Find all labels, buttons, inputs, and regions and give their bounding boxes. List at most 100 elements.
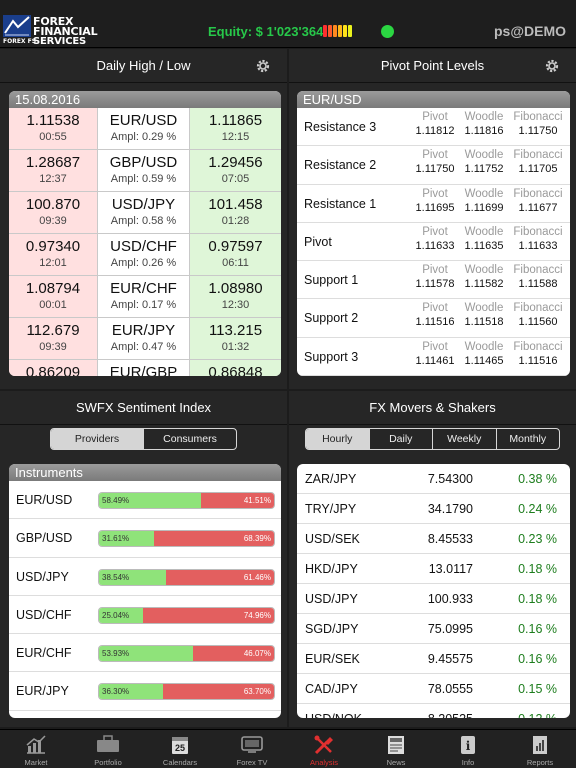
mover-row[interactable]: CAD/JPY 78.0555 0.15 % xyxy=(297,674,570,704)
sentiment-bar: 53.93% 46.07% xyxy=(98,645,275,663)
pivot-row: Support 3 Pivot 1.11461 Woodle 1.11465 Fibona… xyxy=(297,338,570,376)
pivot-method-label: Pivot xyxy=(422,187,448,200)
date-header: 15.08.2016 xyxy=(9,91,281,108)
instruments-header: Instruments xyxy=(9,464,281,481)
sentiment-bar: 58.49% 41.51% xyxy=(98,492,275,509)
tab-reports[interactable]: Reports xyxy=(504,730,576,768)
sentiment-tab-providers[interactable]: Providers xyxy=(51,429,144,449)
gear-icon[interactable] xyxy=(544,58,560,74)
mover-change: 0.15 % xyxy=(518,682,557,696)
pivot-value-cell: Fibonacci 1.11677 xyxy=(513,187,563,215)
high-time: 07:05 xyxy=(221,173,250,185)
high-low-row[interactable]: 1.28687 12:37 GBP/USD Ampl: 0.59 % 1.29456 07… xyxy=(9,150,281,192)
pivot-value-cell: Pivot 1.11578 xyxy=(410,263,460,291)
mover-price: 9.45575 xyxy=(427,652,473,666)
pivot-value-cell: Woodle 1.11699 xyxy=(459,187,509,215)
pivot-value: 1.11633 xyxy=(518,239,558,252)
bottom-tab-bar: Market Portfolio 25 Calendars Forex TV Analys… xyxy=(0,729,576,768)
movers-tab-daily[interactable]: Daily xyxy=(370,429,433,449)
sentiment-tab-consumers[interactable]: Consumers xyxy=(144,429,236,449)
gear-icon[interactable] xyxy=(255,58,271,74)
mover-pair: HKD/JPY xyxy=(305,562,358,576)
sentiment-row[interactable]: GBP/USD 31.61% 68.39% xyxy=(9,519,281,558)
pivot-value-cell: Pivot 1.11695 xyxy=(410,187,460,215)
pair-name: EUR/GBP xyxy=(109,364,178,376)
mover-row[interactable]: HKD/JPY 13.0117 0.18 % xyxy=(297,554,570,584)
mover-change: 0.16 % xyxy=(518,652,557,666)
low-cell: 112.679 09:39 xyxy=(9,318,98,359)
tab-analysis[interactable]: Analysis xyxy=(288,730,360,768)
mover-row[interactable]: TRY/JPY 34.1790 0.24 % xyxy=(297,494,570,524)
mover-row[interactable]: EUR/SEK 9.45575 0.16 % xyxy=(297,644,570,674)
daily-high-low-panel: Daily High / Low 15.08.2016 1.11538 00:55… xyxy=(0,49,287,389)
mover-change: 0.24 % xyxy=(518,502,557,516)
panel-title: Pivot Point Levels xyxy=(289,49,576,83)
movers-tab-weekly[interactable]: Weekly xyxy=(433,429,497,449)
mover-row[interactable]: USD/JPY 100.933 0.18 % xyxy=(297,584,570,614)
account-name[interactable]: ps@DEMO xyxy=(494,23,566,39)
mover-price: 75.0995 xyxy=(427,622,473,636)
pivot-row: Resistance 2 Pivot 1.11750 Woodle 1.11752 Fib… xyxy=(297,146,570,185)
sentiment-row[interactable]: USD/JPY 38.54% 61.46% xyxy=(9,558,281,596)
tab-info[interactable]: i Info xyxy=(432,730,504,768)
movers-panel: FX Movers & Shakers Hourly Daily Weekly Mon… xyxy=(289,391,576,727)
tab-forex-tv[interactable]: Forex TV xyxy=(216,730,288,768)
movers-tab-hourly[interactable]: Hourly xyxy=(306,429,370,449)
pivot-row: Resistance 3 Pivot 1.11812 Woodle 1.11816 Fib… xyxy=(297,108,570,147)
pivot-value-cell: Fibonacci 1.11633 xyxy=(513,225,563,253)
mover-row[interactable]: USD/NOK 8.20525 0.12 % xyxy=(297,704,570,718)
high-value: 113.215 xyxy=(208,322,263,339)
low-value: 0.97340 xyxy=(25,238,81,255)
pivot-pair-header: EUR/USD xyxy=(297,91,570,108)
high-cell: 0.97597 06:11 xyxy=(190,234,281,275)
pivot-value-cell: Fibonacci 1.11516 xyxy=(513,340,563,368)
high-low-row[interactable]: 0.86209 EUR/GBP 0.86848 xyxy=(9,360,281,376)
pivot-method-label: Pivot xyxy=(422,302,448,315)
tab-label: News xyxy=(386,758,406,767)
high-low-row[interactable]: 100.870 09:39 USD/JPY Ampl: 0.58 % 101.458 01… xyxy=(9,192,281,234)
mover-pair: EUR/SEK xyxy=(305,652,360,666)
mover-pair: USD/SEK xyxy=(305,532,360,546)
sentiment-row[interactable]: USD/CHF 25.04% 74.96% xyxy=(9,596,281,635)
mover-price: 34.1790 xyxy=(427,502,473,516)
mover-row[interactable]: ZAR/JPY 7.54300 0.38 % xyxy=(297,464,570,494)
tab-news[interactable]: News xyxy=(360,730,432,768)
low-time: 00:01 xyxy=(39,299,67,311)
high-low-row[interactable]: 1.11538 00:55 EUR/USD Ampl: 0.29 % 1.11865 12… xyxy=(9,108,281,150)
sentiment-row[interactable]: EUR/JPY 36.30% 63.70% xyxy=(9,672,281,711)
high-low-row[interactable]: 1.08794 00:01 EUR/CHF Ampl: 0.17 % 1.08980 12… xyxy=(9,276,281,318)
pivot-value: 1.11699 xyxy=(464,201,504,214)
logo-text-line3: SERVICES xyxy=(33,36,86,47)
tab-calendars[interactable]: 25 Calendars xyxy=(144,730,216,768)
high-value: 1.11865 xyxy=(208,112,263,129)
tab-label: Portfolio xyxy=(94,758,122,767)
pivot-value: 1.11816 xyxy=(464,125,504,137)
mover-row[interactable]: USD/SEK 8.45533 0.23 % xyxy=(297,524,570,554)
sentiment-row[interactable]: EUR/USD 58.49% 41.51% xyxy=(9,481,281,520)
pivot-value-cell: Pivot 1.11461 xyxy=(410,340,460,368)
movers-tab-monthly[interactable]: Monthly xyxy=(497,429,560,449)
mover-pair: CAD/JPY xyxy=(305,682,358,696)
low-value: 0.86209 xyxy=(25,364,81,376)
sentiment-row[interactable]: EUR/CHF 53.93% 46.07% xyxy=(9,634,281,673)
high-cell: 1.29456 07:05 xyxy=(190,150,281,191)
margin-meter xyxy=(323,25,352,37)
high-low-row[interactable]: 0.97340 12:01 USD/CHF Ampl: 0.26 % 0.97597 06… xyxy=(9,234,281,276)
amplitude: Ampl: 0.17 % xyxy=(110,299,177,311)
svg-text:25: 25 xyxy=(175,743,185,753)
pivot-method-label: Woodle xyxy=(464,264,504,277)
short-percentage: 63.70% xyxy=(162,684,274,700)
mover-row[interactable]: SGD/JPY 75.0995 0.16 % xyxy=(297,614,570,644)
meter-segment xyxy=(343,25,347,37)
pivot-value: 1.11518 xyxy=(464,316,504,329)
connection-status-dot xyxy=(381,25,394,38)
mover-price: 8.45533 xyxy=(427,532,473,546)
high-low-row[interactable]: 112.679 09:39 EUR/JPY Ampl: 0.47 % 113.215 01… xyxy=(9,318,281,360)
low-cell: 100.870 09:39 xyxy=(9,192,98,233)
pivot-value: 1.11635 xyxy=(464,239,504,252)
low-cell: 1.08794 00:01 xyxy=(9,276,98,317)
high-value: 101.458 xyxy=(208,196,263,213)
tab-portfolio[interactable]: Portfolio xyxy=(72,730,144,768)
tab-market[interactable]: Market xyxy=(0,730,72,768)
pivot-level-label: Resistance 3 xyxy=(304,120,377,134)
